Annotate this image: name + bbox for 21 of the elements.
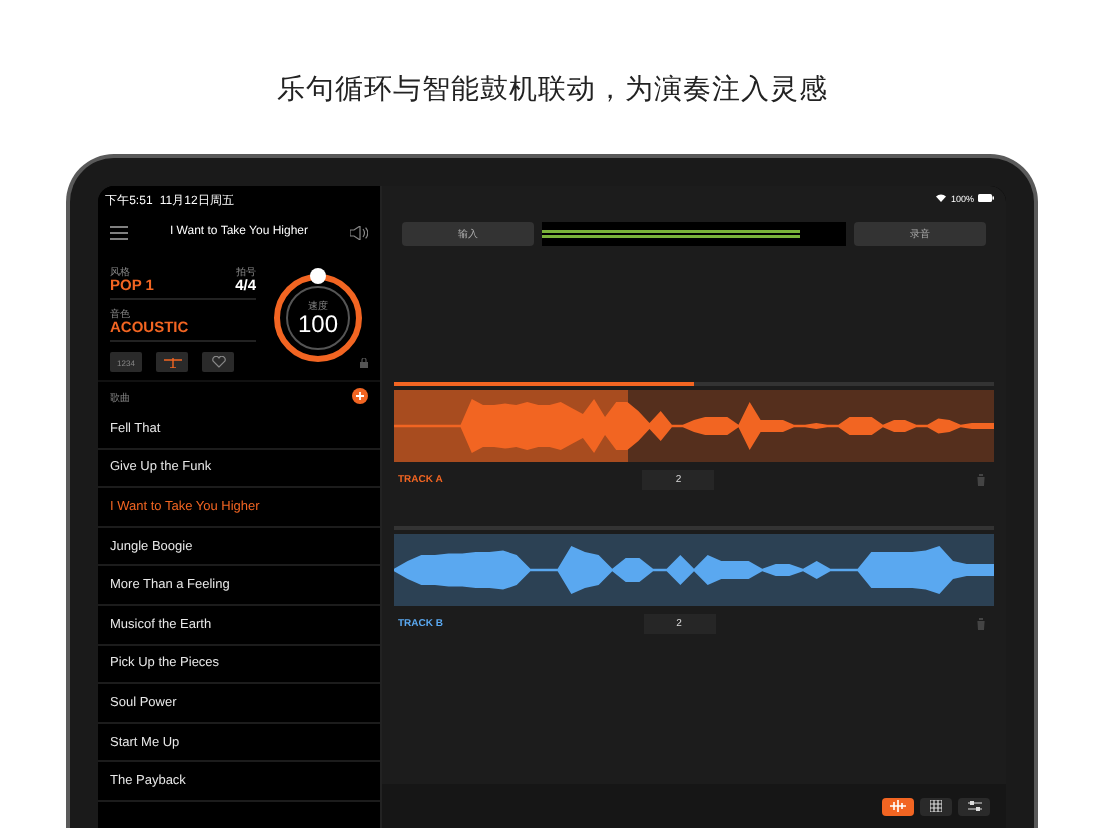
waveform-icon [890, 800, 906, 812]
menu-icon[interactable] [110, 225, 128, 239]
add-icon[interactable] [352, 388, 368, 404]
lock-icon[interactable] [360, 358, 368, 368]
grid-icon [930, 800, 942, 812]
battery-icon [978, 194, 994, 202]
cymbal-icon [163, 356, 181, 368]
wifi-icon [936, 194, 947, 202]
track-waveform[interactable] [394, 390, 994, 462]
heart-icon [211, 356, 225, 368]
cymbal-button[interactable] [156, 352, 188, 372]
view-mode-button[interactable] [882, 797, 914, 815]
speaker-icon[interactable] [349, 225, 368, 239]
view-mode-button[interactable] [920, 797, 952, 815]
sliders-icon [967, 800, 981, 812]
favorite-button[interactable] [202, 352, 234, 372]
headline: 乐句循环与智能鼓机联动，为演奏注入灵感 [276, 72, 828, 108]
track-waveform[interactable] [394, 534, 994, 606]
view-mode-button[interactable] [958, 797, 990, 815]
tempo-value: 100 [297, 310, 339, 338]
dial-knob[interactable] [310, 268, 326, 284]
